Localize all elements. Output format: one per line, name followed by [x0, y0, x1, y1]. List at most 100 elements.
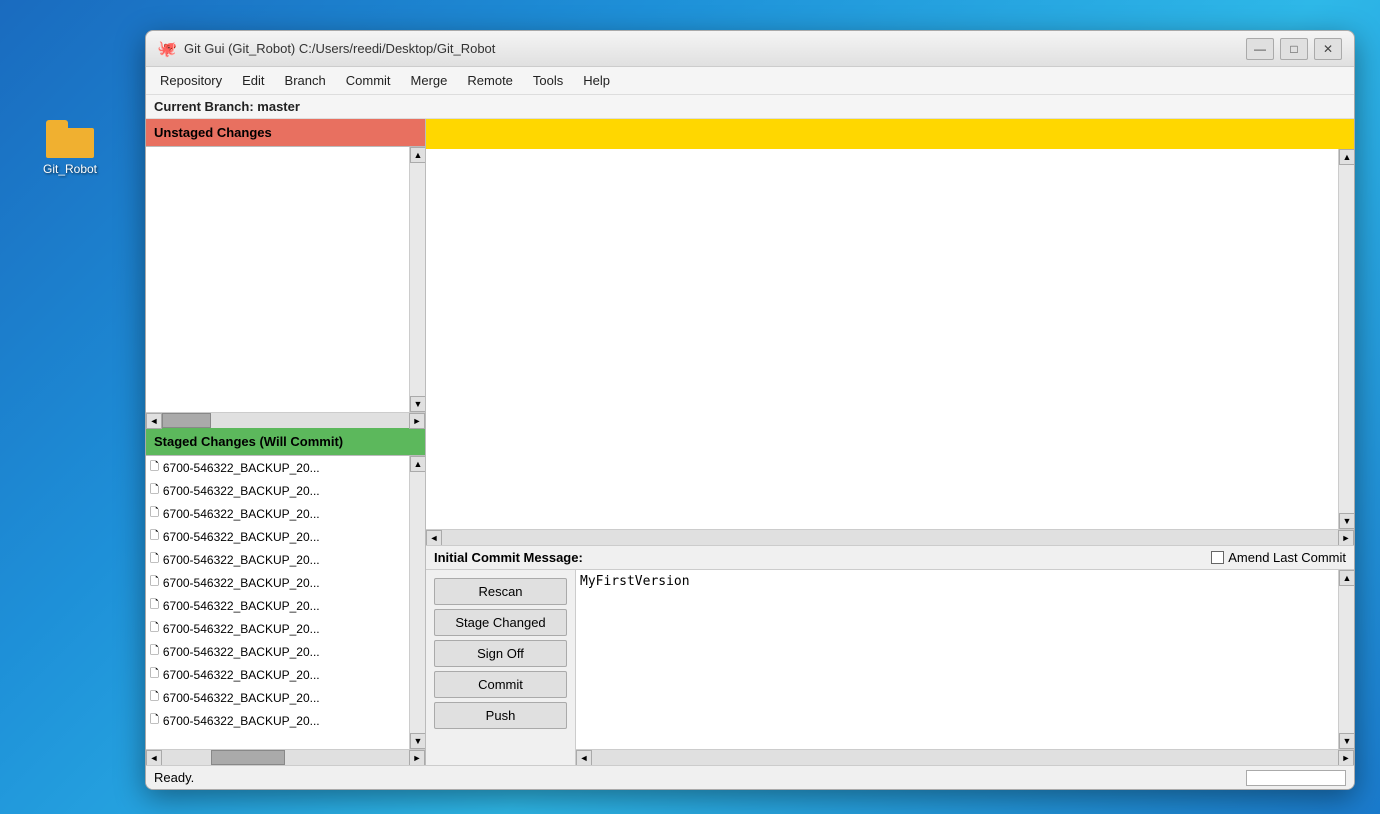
titlebar-buttons: — □ ✕: [1246, 38, 1342, 60]
unstaged-scroll-track: [410, 163, 425, 396]
amend-checkbox-area: Amend Last Commit: [1211, 550, 1346, 565]
commit-scroll-left[interactable]: ◄: [576, 750, 592, 766]
staged-scroll-up[interactable]: ▲: [410, 456, 425, 472]
file-icon: 🗋: [150, 573, 159, 592]
staged-scroll-down[interactable]: ▼: [410, 733, 425, 749]
stage-changed-button[interactable]: Stage Changed: [434, 609, 567, 636]
close-button[interactable]: ✕: [1314, 38, 1342, 60]
amend-checkbox[interactable]: [1211, 551, 1224, 564]
unstaged-vscroll[interactable]: ▲ ▼: [409, 147, 425, 412]
list-item[interactable]: 🗋6700-546322_BACKUP_20...: [146, 617, 409, 640]
menu-help[interactable]: Help: [573, 69, 620, 92]
commit-message-input[interactable]: MyFirstVersion: [576, 570, 1338, 749]
commit-message-area: MyFirstVersion ▲ ▼ ◄ ►: [576, 570, 1354, 765]
diff-vscroll[interactable]: ▲ ▼: [1338, 149, 1354, 529]
menu-branch[interactable]: Branch: [275, 69, 336, 92]
file-icon: 🗋: [150, 458, 159, 477]
statusbar: Ready.: [146, 765, 1354, 789]
list-item[interactable]: 🗋6700-546322_BACKUP_20...: [146, 456, 409, 479]
diff-scroll-right[interactable]: ►: [1338, 530, 1354, 546]
commit-hscroll[interactable]: ◄ ►: [576, 749, 1354, 765]
menu-commit[interactable]: Commit: [336, 69, 401, 92]
desktop-folder[interactable]: Git_Robot: [30, 120, 110, 176]
titlebar: 🐙 Git Gui (Git_Robot) C:/Users/reedi/Des…: [146, 31, 1354, 67]
list-item[interactable]: 🗋6700-546322_BACKUP_20...: [146, 663, 409, 686]
folder-label: Git_Robot: [43, 162, 97, 176]
push-button[interactable]: Push: [434, 702, 567, 729]
list-item[interactable]: 🗋6700-546322_BACKUP_20...: [146, 479, 409, 502]
unstaged-hscroll-thumb: [162, 413, 211, 428]
menu-tools[interactable]: Tools: [523, 69, 573, 92]
diff-hscroll[interactable]: ◄ ►: [426, 529, 1354, 545]
list-item[interactable]: 🗋6700-546322_BACKUP_20...: [146, 525, 409, 548]
window-title: Git Gui (Git_Robot) C:/Users/reedi/Deskt…: [184, 41, 1246, 56]
staged-vscroll[interactable]: ▲ ▼: [409, 456, 425, 749]
file-icon: 🗋: [150, 504, 159, 523]
unstaged-scroll-up[interactable]: ▲: [410, 147, 425, 163]
current-branch-label: Current Branch: master: [154, 99, 300, 114]
commit-scroll-up[interactable]: ▲: [1339, 570, 1354, 586]
file-icon: 🗋: [150, 596, 159, 615]
commit-top-bar: Initial Commit Message: Amend Last Commi…: [426, 546, 1354, 570]
commit-button[interactable]: Commit: [434, 671, 567, 698]
unstaged-files-list[interactable]: [146, 147, 409, 412]
unstaged-hscroll[interactable]: ◄ ►: [146, 412, 425, 428]
list-item[interactable]: 🗋6700-546322_BACKUP_20...: [146, 640, 409, 663]
staged-scroll-right[interactable]: ►: [409, 750, 425, 766]
file-icon: 🗋: [150, 711, 159, 730]
status-text: Ready.: [154, 770, 194, 785]
unstaged-scroll-right[interactable]: ►: [409, 413, 425, 429]
diff-content[interactable]: [426, 149, 1338, 529]
staged-scroll-left[interactable]: ◄: [146, 750, 162, 766]
diff-hscroll-track: [442, 530, 1338, 545]
commit-vscroll[interactable]: ▲ ▼: [1338, 570, 1354, 749]
menu-repository[interactable]: Repository: [150, 69, 232, 92]
diff-scroll-down[interactable]: ▼: [1339, 513, 1354, 529]
main-window: 🐙 Git Gui (Git_Robot) C:/Users/reedi/Des…: [145, 30, 1355, 790]
list-item[interactable]: 🗋6700-546322_BACKUP_20...: [146, 502, 409, 525]
commit-scroll-track: [1339, 586, 1354, 733]
list-item[interactable]: 🗋6700-546322_BACKUP_20...: [146, 548, 409, 571]
file-icon: 🗋: [150, 550, 159, 569]
file-icon: 🗋: [150, 665, 159, 684]
staged-hscroll[interactable]: ◄ ►: [146, 749, 425, 765]
left-panel: Unstaged Changes ▲ ▼ ◄ ► Staged Cha: [146, 119, 426, 765]
staged-files-list[interactable]: 🗋6700-546322_BACKUP_20...🗋6700-546322_BA…: [146, 456, 409, 749]
commit-hscroll-track: [592, 750, 1338, 765]
main-content: Unstaged Changes ▲ ▼ ◄ ► Staged Cha: [146, 119, 1354, 765]
action-buttons: Rescan Stage Changed Sign Off Commit Pus…: [426, 570, 576, 765]
rescan-button[interactable]: Rescan: [434, 578, 567, 605]
commit-area: Initial Commit Message: Amend Last Commi…: [426, 545, 1354, 765]
unstaged-hscroll-track: [162, 413, 409, 428]
branchbar: Current Branch: master: [146, 95, 1354, 119]
unstaged-header: Unstaged Changes: [146, 119, 425, 147]
list-item[interactable]: 🗋6700-546322_BACKUP_20...: [146, 594, 409, 617]
file-icon: 🗋: [150, 642, 159, 661]
staged-header: Staged Changes (Will Commit): [146, 428, 425, 456]
commit-message-label: Initial Commit Message:: [434, 550, 583, 565]
list-item[interactable]: 🗋6700-546322_BACKUP_20...: [146, 686, 409, 709]
diff-yellow-bar: [426, 119, 1354, 149]
commit-scroll-down[interactable]: ▼: [1339, 733, 1354, 749]
file-icon: 🗋: [150, 481, 159, 500]
diff-scroll-left[interactable]: ◄: [426, 530, 442, 546]
list-item[interactable]: 🗋6700-546322_BACKUP_20...: [146, 571, 409, 594]
menubar: Repository Edit Branch Commit Merge Remo…: [146, 67, 1354, 95]
unstaged-scroll-left[interactable]: ◄: [146, 413, 162, 429]
list-item[interactable]: 🗋6700-546322_BACKUP_20...: [146, 709, 409, 732]
menu-merge[interactable]: Merge: [401, 69, 458, 92]
file-icon: 🗋: [150, 527, 159, 546]
sign-off-button[interactable]: Sign Off: [434, 640, 567, 667]
commit-scroll-right[interactable]: ►: [1338, 750, 1354, 766]
maximize-button[interactable]: □: [1280, 38, 1308, 60]
staged-hscroll-thumb: [211, 750, 285, 765]
diff-scroll-up[interactable]: ▲: [1339, 149, 1354, 165]
menu-edit[interactable]: Edit: [232, 69, 274, 92]
menu-remote[interactable]: Remote: [457, 69, 523, 92]
staged-scroll-track: [410, 472, 425, 733]
minimize-button[interactable]: —: [1246, 38, 1274, 60]
file-icon: 🗋: [150, 619, 159, 638]
amend-label: Amend Last Commit: [1228, 550, 1346, 565]
folder-icon: [46, 120, 94, 158]
unstaged-scroll-down[interactable]: ▼: [410, 396, 425, 412]
